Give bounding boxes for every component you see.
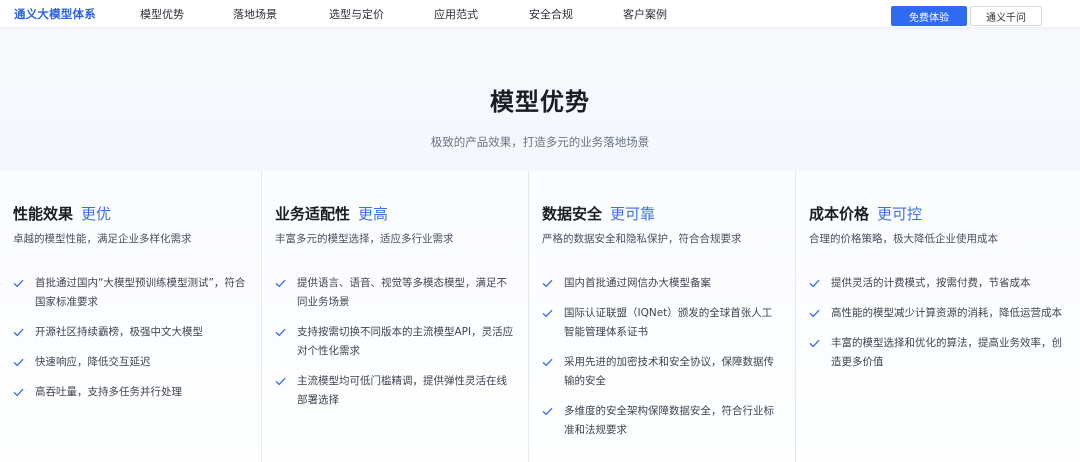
feature-list: 国内首批通过网信办大模型备案 国际认证联盟（IQNet）颁发的全球首张人工智能管… <box>542 274 781 440</box>
feature-list: 首批通过国内“大模型预训练模型测试”，符合国家标准要求 开源社区持续霸榜，极强中… <box>13 274 247 402</box>
list-item: 丰富的模型选择和优化的算法，提高业务效率，创造更多价值 <box>809 334 1066 372</box>
list-item-text: 多维度的安全架构保障数据安全，符合行业标准和法规要求 <box>564 405 774 436</box>
list-item: 高性能的模型减少计算资源的消耗，降低运营成本 <box>809 304 1066 323</box>
top-nav: 通义大模型体系 模型优势 落地场景 选型与定价 应用范式 安全合规 客户案例 免… <box>0 0 1080 28</box>
list-item-text: 采用先进的加密技术和安全协议，保障数据传输的安全 <box>564 356 774 387</box>
nav-links: 模型优势 落地场景 选型与定价 应用范式 安全合规 客户案例 免费体验 通义千问 <box>0 6 1080 26</box>
list-item: 多维度的安全架构保障数据安全，符合行业标准和法规要求 <box>542 402 781 440</box>
card-header: 数据安全 更可靠 <box>542 203 781 224</box>
list-item: 主流模型均可低门槛精调，提供弹性灵活在线部署选择 <box>275 372 514 410</box>
card-title: 业务适配性 <box>275 205 351 223</box>
nav-link-scenarios[interactable]: 落地场景 <box>233 6 277 22</box>
check-icon <box>275 279 286 288</box>
feature-list: 提供语言、语音、视觉等多模态模型，满足不同业务场景 支持按需切换不同版本的主流模… <box>275 274 514 410</box>
check-icon <box>13 358 24 367</box>
list-item: 国内首批通过网信办大模型备案 <box>542 274 781 293</box>
card-description: 合理的价格策略，极大降低企业使用成本 <box>809 233 998 245</box>
list-item-text: 提供灵活的计费模式，按需付费，节省成本 <box>831 277 1031 289</box>
check-icon <box>275 377 286 386</box>
card-data-security: 数据安全 更可靠 严格的数据安全和隐私保护，符合合规要求 国内首批通过网信办大模… <box>529 171 796 462</box>
nav-link-paradigms[interactable]: 应用范式 <box>434 6 478 22</box>
list-item: 支持按需切换不同版本的主流模型API，灵活应对个性化需求 <box>275 323 514 361</box>
list-item-text: 高性能的模型减少计算资源的消耗，降低运营成本 <box>831 307 1062 319</box>
list-item: 国际认证联盟（IQNet）颁发的全球首张人工智能管理体系证书 <box>542 304 781 342</box>
card-title: 数据安全 <box>542 205 603 223</box>
card-header: 业务适配性 更高 <box>275 203 514 224</box>
nav-link-cases[interactable]: 客户案例 <box>623 6 667 22</box>
check-icon <box>809 309 820 318</box>
nav-link-pricing[interactable]: 选型与定价 <box>329 6 384 22</box>
section-subtitle: 极致的产品效果，打造多元的业务落地场景 <box>430 135 650 149</box>
list-item: 快速响应，降低交互延迟 <box>13 353 247 372</box>
check-icon <box>809 279 820 288</box>
card-description: 卓越的模型性能，满足企业多样化需求 <box>13 233 192 245</box>
check-icon <box>542 407 553 416</box>
card-description: 严格的数据安全和隐私保护，符合合规要求 <box>542 233 742 245</box>
list-item: 高吞吐量，支持多任务并行处理 <box>13 383 247 402</box>
feature-list: 提供灵活的计费模式，按需付费，节省成本 高性能的模型减少计算资源的消耗，降低运营… <box>809 274 1066 372</box>
card-title: 性能效果 <box>13 205 74 223</box>
card-header: 成本价格 更可控 <box>809 203 1066 224</box>
list-item-text: 提供语言、语音、视觉等多模态模型，满足不同业务场景 <box>297 277 507 308</box>
list-item-text: 快速响应，降低交互延迟 <box>35 356 151 368</box>
check-icon <box>542 309 553 318</box>
section-title: 模型优势 <box>490 88 590 116</box>
card-performance: 性能效果 更优 卓越的模型性能，满足企业多样化需求 首批通过国内“大模型预训练模… <box>0 171 262 462</box>
list-item-text: 国际认证联盟（IQNet）颁发的全球首张人工智能管理体系证书 <box>564 307 773 338</box>
card-highlight: 更优 <box>81 205 112 223</box>
card-highlight: 更可靠 <box>610 205 656 223</box>
list-item: 提供语言、语音、视觉等多模态模型，满足不同业务场景 <box>275 274 514 312</box>
check-icon <box>542 358 553 367</box>
list-item: 提供灵活的计费模式，按需付费，节省成本 <box>809 274 1066 293</box>
list-item-text: 主流模型均可低门槛精调，提供弹性灵活在线部署选择 <box>297 375 507 406</box>
card-title: 成本价格 <box>809 205 870 223</box>
check-icon <box>13 279 24 288</box>
list-item: 开源社区持续霸榜，极强中文大模型 <box>13 323 247 342</box>
list-item-text: 支持按需切换不同版本的主流模型API，灵活应对个性化需求 <box>297 326 514 357</box>
card-cost: 成本价格 更可控 合理的价格策略，极大降低企业使用成本 提供灵活的计费模式，按需… <box>796 171 1080 462</box>
card-header: 性能效果 更优 <box>13 203 247 224</box>
tongyi-qianwen-button[interactable]: 通义千问 <box>970 6 1042 26</box>
card-adaptability: 业务适配性 更高 丰富多元的模型选择，适应多行业需求 提供语言、语音、视觉等多模… <box>262 171 529 462</box>
card-highlight: 更高 <box>358 205 389 223</box>
feature-cards: 性能效果 更优 卓越的模型性能，满足企业多样化需求 首批通过国内“大模型预训练模… <box>0 171 1080 462</box>
check-icon <box>542 279 553 288</box>
page: 通义大模型体系 模型优势 落地场景 选型与定价 应用范式 安全合规 客户案例 免… <box>0 0 1080 462</box>
check-icon <box>13 388 24 397</box>
check-icon <box>13 328 24 337</box>
list-item-text: 高吞吐量，支持多任务并行处理 <box>35 386 182 398</box>
list-item: 采用先进的加密技术和安全协议，保障数据传输的安全 <box>542 353 781 391</box>
list-item-text: 国内首批通过网信办大模型备案 <box>564 277 711 289</box>
nav-link-model-advantage[interactable]: 模型优势 <box>140 6 184 22</box>
free-trial-button[interactable]: 免费体验 <box>891 6 967 26</box>
list-item-text: 开源社区持续霸榜，极强中文大模型 <box>35 326 203 338</box>
card-description: 丰富多元的模型选择，适应多行业需求 <box>275 233 454 245</box>
check-icon <box>809 339 820 348</box>
list-item-text: 首批通过国内“大模型预训练模型测试”，符合国家标准要求 <box>35 277 246 308</box>
check-icon <box>275 328 286 337</box>
nav-link-security[interactable]: 安全合规 <box>529 6 573 22</box>
list-item: 首批通过国内“大模型预训练模型测试”，符合国家标准要求 <box>13 274 247 312</box>
list-item-text: 丰富的模型选择和优化的算法，提高业务效率，创造更多价值 <box>831 337 1062 368</box>
card-highlight: 更可控 <box>877 205 923 223</box>
